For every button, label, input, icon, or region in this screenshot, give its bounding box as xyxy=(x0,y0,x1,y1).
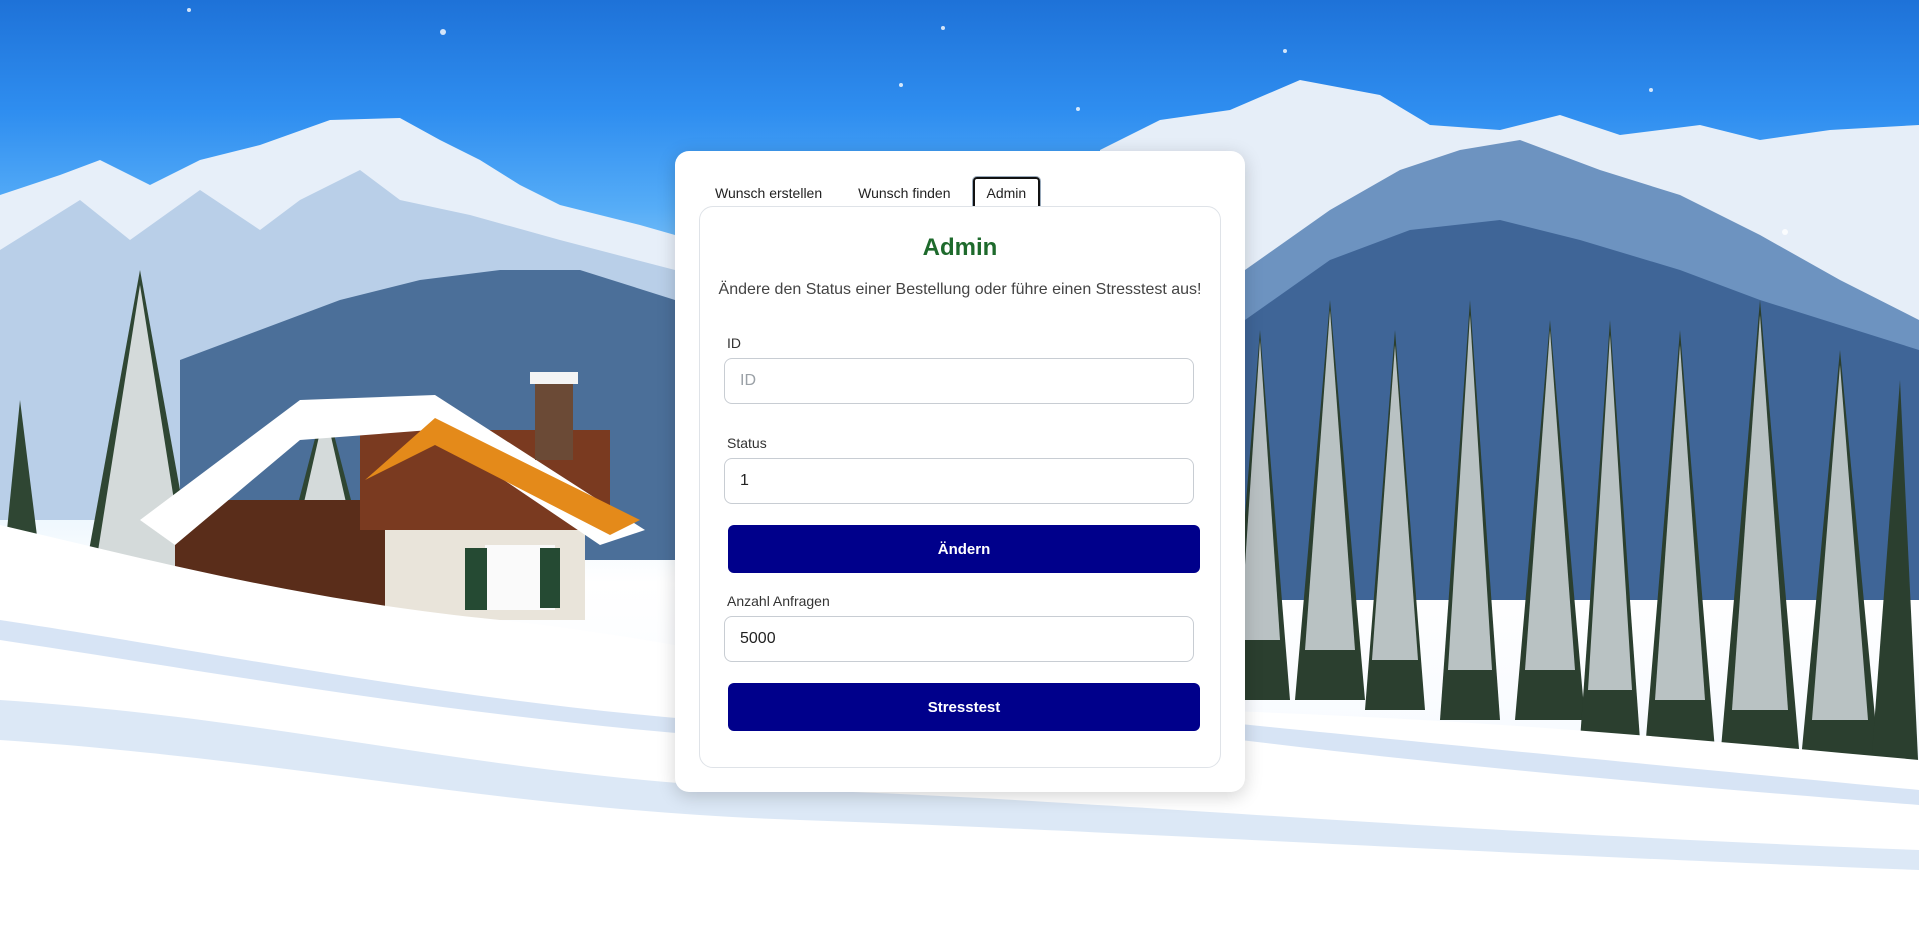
status-label: Status xyxy=(727,435,767,451)
requests-count-input[interactable] xyxy=(724,616,1194,662)
admin-panel: Admin Ändere den Status einer Bestellung… xyxy=(699,206,1221,768)
change-status-button[interactable]: Ändern xyxy=(728,525,1200,573)
id-input[interactable] xyxy=(724,358,1194,404)
id-label: ID xyxy=(727,335,741,351)
admin-card: Wunsch erstellen Wunsch finden Admin Adm… xyxy=(675,151,1245,792)
panel-title: Admin xyxy=(922,234,998,261)
status-input[interactable] xyxy=(724,458,1194,504)
stresstest-button[interactable]: Stresstest xyxy=(728,683,1200,731)
panel-description: Ändere den Status einer Bestellung oder … xyxy=(718,281,1202,298)
requests-label: Anzahl Anfragen xyxy=(727,593,830,609)
